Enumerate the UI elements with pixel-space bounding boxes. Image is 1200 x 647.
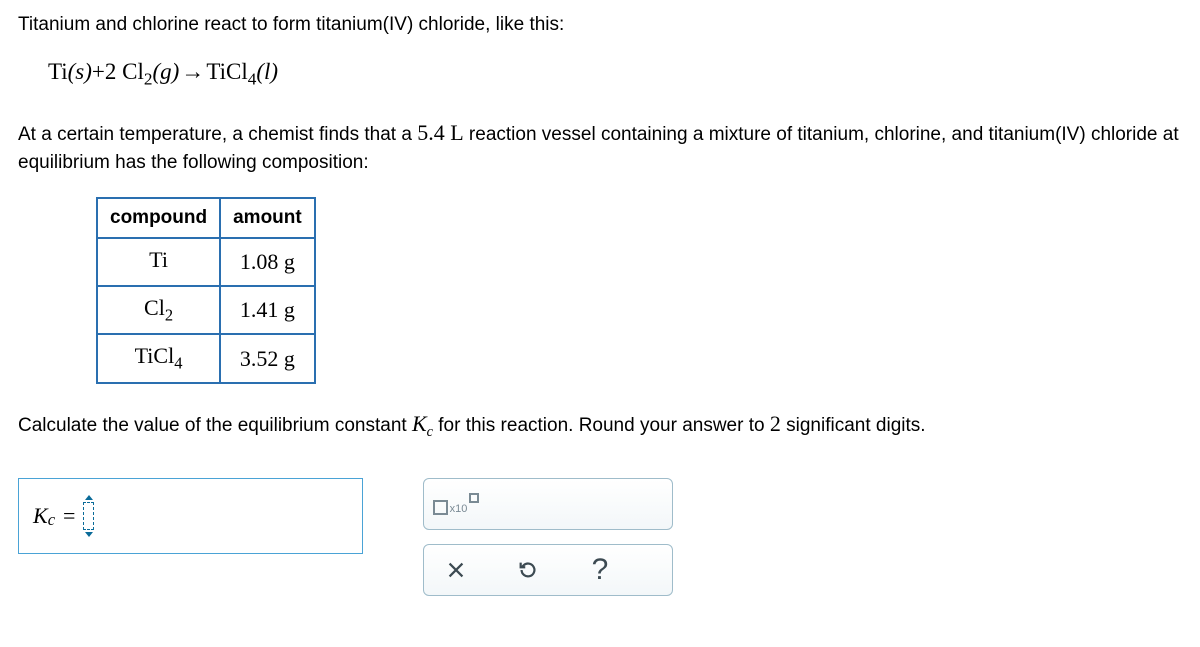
- mantissa-placeholder-icon: [433, 500, 448, 515]
- equals-sign: =: [63, 503, 75, 529]
- reactant-cl2: 2 Cl2(g): [105, 59, 179, 84]
- answer-input-box[interactable]: Kc =: [18, 478, 363, 554]
- toolbox-row-sci: x10: [423, 478, 673, 530]
- times-ten-label: x10: [450, 503, 468, 515]
- exponent-placeholder-icon: [469, 493, 479, 503]
- composition-table: compound amount Ti 1.08 g Cl2 1.41 g TiC…: [96, 197, 316, 384]
- reset-button[interactable]: [510, 552, 546, 588]
- undo-icon: [517, 559, 539, 581]
- toolbox-row-actions: ?: [423, 544, 673, 596]
- header-compound: compound: [97, 198, 220, 238]
- table-row: TiCl4 3.52 g: [97, 334, 315, 382]
- intro-text: Titanium and chlorine react to form tita…: [18, 12, 1182, 39]
- question-prompt: Calculate the value of the equilibrium c…: [18, 408, 1182, 442]
- reaction-equation: Ti(s)+2 Cl2(g)→TiCl4(l): [48, 59, 1182, 90]
- table-row: Ti 1.08 g: [97, 238, 315, 286]
- close-icon: [445, 559, 467, 581]
- reactant-ti: Ti(s): [48, 59, 92, 84]
- table-row: Cl2 1.41 g: [97, 286, 315, 334]
- reaction-arrow: →: [181, 59, 204, 85]
- input-cursor[interactable]: [83, 502, 94, 530]
- product-ticl4: TiCl4(l): [206, 59, 278, 84]
- clear-button[interactable]: [438, 552, 474, 588]
- answer-k-subscript: c: [48, 510, 55, 530]
- scientific-notation-button[interactable]: x10: [438, 486, 474, 522]
- answer-k-symbol: K: [33, 503, 48, 529]
- toolbox: x10 ?: [423, 478, 673, 596]
- help-button[interactable]: ?: [582, 552, 618, 588]
- context-paragraph: At a certain temperature, a chemist find…: [18, 117, 1182, 176]
- header-amount: amount: [220, 198, 315, 238]
